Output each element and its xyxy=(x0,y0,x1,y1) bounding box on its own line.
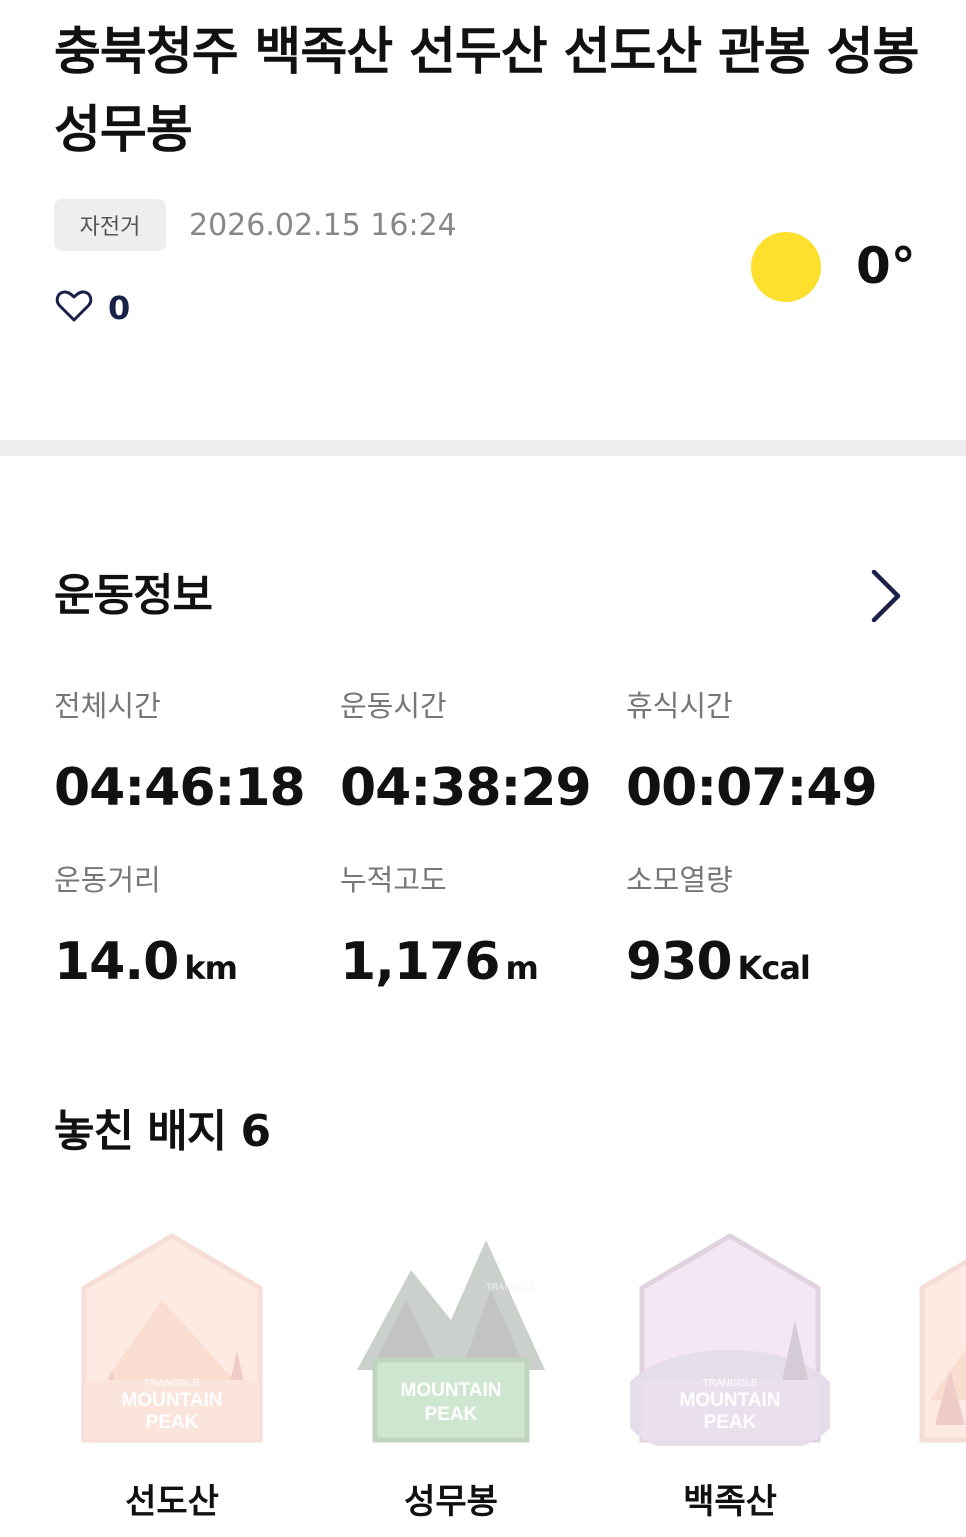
stat-label: 운동시간 xyxy=(340,689,447,723)
mountain-badge-icon xyxy=(919,1259,966,1443)
stat-value: 1,176 m xyxy=(340,932,539,992)
sun-icon xyxy=(751,232,821,302)
mountain-badge-icon: TRANGGLE MOUNTAIN PEAK xyxy=(81,1233,263,1443)
svg-text:PEAK: PEAK xyxy=(704,1412,757,1433)
stat-unit: Kcal xyxy=(737,949,811,987)
svg-text:PEAK: PEAK xyxy=(146,1412,199,1433)
badge-item[interactable]: TRANGGLE MOUNTAIN PEAK 백족산 xyxy=(630,1230,830,1522)
badge-carousel[interactable]: TRANGGLE MOUNTAIN PEAK 선도산 MOUNTAIN PEAK… xyxy=(0,1230,966,1537)
like-button[interactable]: 0 xyxy=(54,286,130,330)
badge-item-partial[interactable] xyxy=(910,1230,966,1446)
like-count: 0 xyxy=(108,289,131,327)
exercise-info-title: 운동정보 xyxy=(54,570,213,621)
stat-label: 전체시간 xyxy=(54,689,161,723)
stat-exercise-time: 운동시간 04:38:29 xyxy=(340,686,620,820)
missed-badges-title: 놓친 배지 6 xyxy=(54,1106,271,1157)
stat-calories: 소모열량 930 Kcal xyxy=(626,860,906,1000)
activity-title: 충북청주 백족산 선두산 선도산 관봉 성봉 성무봉 xyxy=(54,23,919,160)
stat-label: 누적고도 xyxy=(340,863,447,897)
badge-item[interactable]: TRANGGLE MOUNTAIN PEAK 선도산 xyxy=(72,1230,272,1522)
badge-name: 성무봉 xyxy=(404,1482,498,1522)
activity-type-tag: 자전거 xyxy=(54,199,166,251)
stat-label: 소모열량 xyxy=(626,863,733,897)
stat-label: 운동거리 xyxy=(54,863,161,897)
stat-rest-time: 휴식시간 00:07:49 xyxy=(626,686,906,820)
activity-detail-page: 충북청주 백족산 선두산 선도산 관봉 성봉 성무봉 자전거 2026.02.1… xyxy=(0,0,966,1537)
activity-datetime: 2026.02.15 16:24 xyxy=(189,208,457,243)
badge-name: 선도산 xyxy=(125,1482,219,1522)
stat-label: 휴식시간 xyxy=(626,689,733,723)
svg-text:TRANGGLE: TRANGGLE xyxy=(144,1378,199,1389)
stat-value: 00:07:49 xyxy=(626,758,878,818)
heart-outline-icon xyxy=(54,286,94,330)
stat-elevation: 누적고도 1,176 m xyxy=(340,860,620,1000)
stat-value: 04:46:18 xyxy=(54,758,306,818)
mountain-badge-icon: MOUNTAIN PEAK TRANGGLE xyxy=(357,1240,545,1443)
badge-name: 백족산 xyxy=(683,1482,777,1522)
badge-item[interactable]: MOUNTAIN PEAK TRANGGLE 성무봉 xyxy=(351,1230,551,1522)
svg-text:MOUNTAIN: MOUNTAIN xyxy=(122,1390,223,1411)
stat-unit: km xyxy=(184,949,238,987)
svg-text:TRANGGLE: TRANGGLE xyxy=(486,1282,536,1292)
stat-value: 930 Kcal xyxy=(626,932,811,992)
svg-text:MOUNTAIN: MOUNTAIN xyxy=(401,1380,502,1401)
stat-unit: m xyxy=(505,949,538,987)
section-divider xyxy=(0,440,966,456)
stat-value: 14.0 km xyxy=(54,932,238,992)
temperature: 0° xyxy=(856,237,916,295)
stat-total-time: 전체시간 04:46:18 xyxy=(54,686,334,820)
svg-text:TRANGGLE: TRANGGLE xyxy=(702,1378,757,1389)
svg-text:PEAK: PEAK xyxy=(425,1404,478,1425)
svg-text:MOUNTAIN: MOUNTAIN xyxy=(680,1390,781,1411)
mountain-badge-icon: TRANGGLE MOUNTAIN PEAK xyxy=(630,1233,830,1446)
chevron-right-icon[interactable] xyxy=(862,566,910,626)
stat-distance: 운동거리 14.0 km xyxy=(54,860,334,1000)
stat-value: 04:38:29 xyxy=(340,758,592,818)
